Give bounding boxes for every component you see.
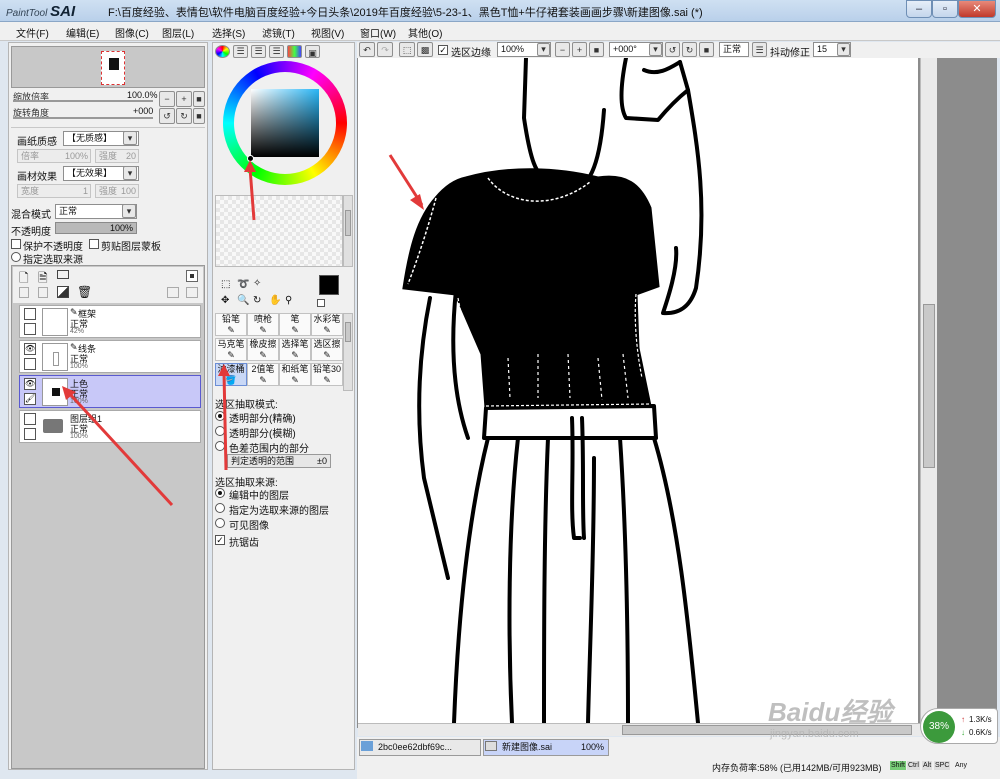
- network-monitor[interactable]: 38% ↑ 1.3K/s ↓ 0.6K/s: [920, 708, 998, 744]
- arrow-to-layer: [66, 390, 174, 507]
- upload-arrow-icon: ↑: [961, 715, 965, 724]
- document-icon: [485, 741, 497, 751]
- key-shift: Shift: [890, 761, 907, 770]
- key-any: Any: [955, 762, 968, 769]
- watermark-url: jingyan.baidu.com: [770, 728, 859, 740]
- download-speed: 0.6K/s: [969, 728, 992, 737]
- key-alt: Alt: [922, 761, 933, 770]
- vertical-scrollbar[interactable]: [920, 58, 937, 723]
- annotation-arrows: [62, 154, 424, 507]
- vertical-scroll-thumb[interactable]: [923, 304, 935, 468]
- upload-speed: 1.3K/s: [969, 715, 992, 724]
- arrowhead-color: [244, 160, 256, 172]
- key-space: SPC: [934, 761, 951, 770]
- watermark: Baidu经验 jingyan.baidu.com: [768, 692, 928, 740]
- arrowhead-bucket: [218, 364, 230, 376]
- network-percent: 38%: [923, 711, 955, 743]
- status-area: 2bc0ee62dbf69c... 新建图像.sai 100% 内存负荷率:58%…: [357, 737, 1000, 779]
- memory-status: 内存负荷率:58% (已用142MB/可用923MB): [712, 763, 882, 773]
- tab-document-2[interactable]: 新建图像.sai 100%: [483, 739, 609, 756]
- tab-document-1[interactable]: 2bc0ee62dbf69c...: [359, 739, 481, 756]
- watermark-brand: Baidu经验: [768, 697, 893, 727]
- arrowhead-shirt: [410, 194, 424, 210]
- arrow-to-color: [248, 167, 256, 221]
- arrow-to-bucket: [222, 371, 228, 471]
- image-icon: [361, 741, 373, 751]
- key-ctrl: Ctrl: [907, 761, 920, 770]
- modifier-keys: Shift Ctrl Alt SPC Any: [890, 761, 975, 774]
- download-arrow-icon: ↓: [961, 728, 965, 737]
